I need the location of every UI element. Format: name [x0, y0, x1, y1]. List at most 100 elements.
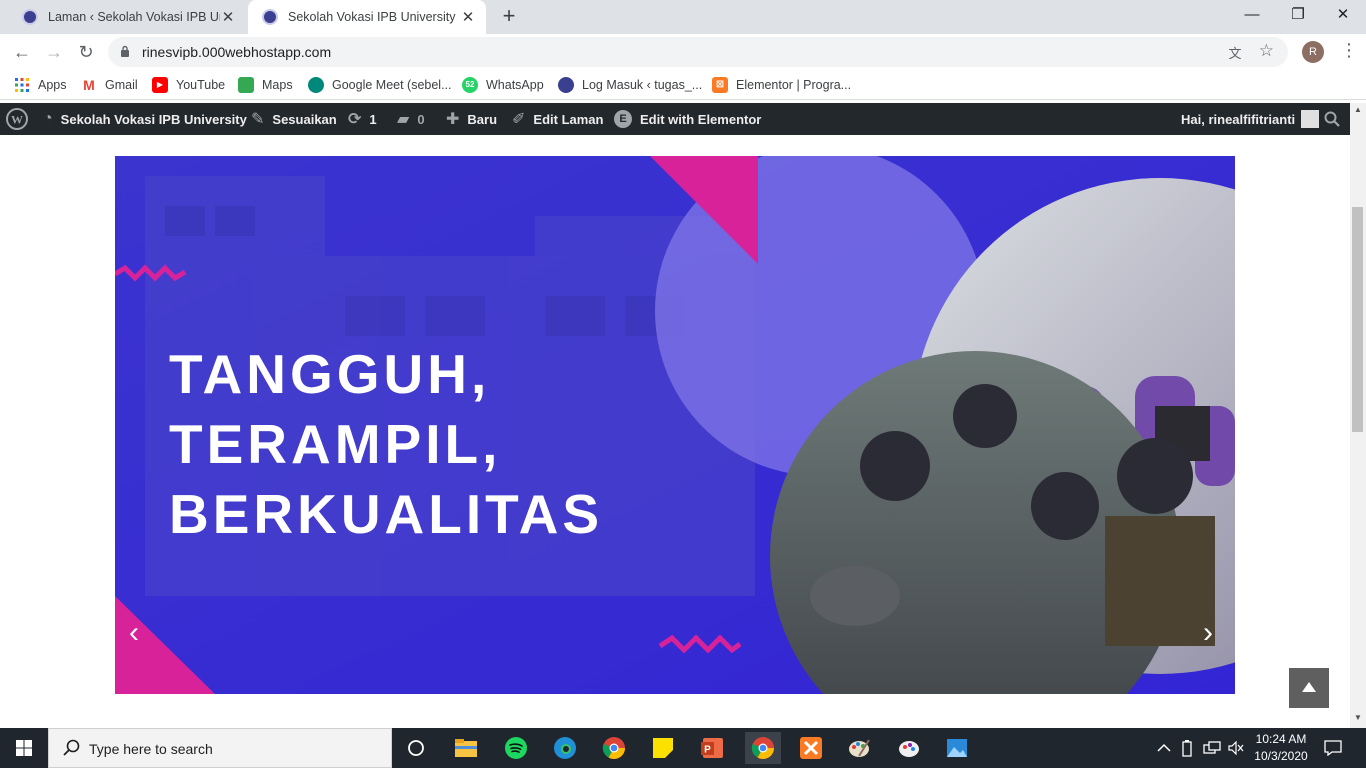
new-tab-button[interactable]: + [498, 5, 520, 28]
wp-account[interactable]: Hai, rinealfifitrianti [1181, 103, 1320, 135]
tab-title: Laman ‹ Sekolah Vokasi IPB Unive [48, 10, 220, 24]
paint-icon[interactable] [843, 732, 875, 764]
network-icon[interactable] [1203, 728, 1221, 768]
photos-icon[interactable] [941, 732, 973, 764]
bookmark-google-meet[interactable]: Google Meet (sebel... [308, 77, 452, 93]
youtube-icon: ▶ [152, 77, 168, 93]
page-scrollbar[interactable]: ▲ ▼ [1350, 103, 1366, 728]
reload-icon[interactable]: ↻ [74, 40, 98, 64]
browser-tab-active[interactable]: Sekolah Vokasi IPB University ✕ [248, 0, 486, 34]
clock-time: 10:24 AM [1255, 732, 1307, 746]
scroll-down-arrow-icon[interactable]: ▼ [1354, 713, 1362, 722]
close-tab-icon[interactable]: ✕ [460, 8, 476, 26]
paintbrush-icon: ✎ [251, 111, 265, 128]
bookmark-label: Gmail [105, 78, 138, 92]
close-window-icon[interactable]: ✕ [1320, 0, 1366, 30]
browser-toolbar: ← → ↻ rinesvipb.000webhostapp.com 文 ☆ R … [0, 34, 1366, 70]
taskbar-search-box[interactable]: Type here to search [48, 728, 392, 768]
maps-icon [238, 77, 254, 93]
site-favicon-icon [262, 9, 278, 25]
restore-window-icon[interactable]: ❐ [1275, 0, 1321, 30]
powerpoint-icon[interactable]: P [696, 732, 728, 764]
show-hidden-icons[interactable] [1157, 728, 1171, 768]
bookmark-youtube[interactable]: ▶ YouTube [152, 77, 225, 93]
wp-new[interactable]: ✚ Baru [446, 103, 497, 135]
spotify-icon[interactable] [500, 732, 532, 764]
battery-icon[interactable] [1181, 728, 1193, 768]
bookmark-label: Log Masuk ‹ tugas_... [582, 78, 703, 92]
bookmark-log-masuk[interactable]: Log Masuk ‹ tugas_... [558, 77, 702, 93]
scroll-up-arrow-icon[interactable]: ▲ [1354, 105, 1362, 114]
bookmark-star-icon[interactable]: ☆ [1259, 41, 1274, 61]
bookmark-label: Apps [38, 78, 67, 92]
bookmark-label: WhatsApp [486, 78, 544, 92]
more-menu-icon[interactable]: ⋮ [1340, 40, 1358, 61]
paint-3d-icon[interactable] [893, 732, 925, 764]
translate-icon[interactable]: 文 [1226, 43, 1244, 61]
close-tab-icon[interactable]: ✕ [220, 8, 236, 26]
forward-arrow-icon[interactable]: → [42, 40, 66, 64]
wp-customize[interactable]: ✎ Sesuaikan [251, 103, 337, 135]
comment-bubble-icon: ▰ [397, 111, 410, 128]
svg-text:W: W [11, 113, 23, 127]
comments-count: 0 [417, 111, 425, 127]
wp-updates[interactable]: ⟳ 1 [348, 103, 377, 135]
windows-taskbar: Type here to search P 10:24 AM 10/3/2020 [0, 728, 1366, 768]
task-view-icon[interactable] [400, 732, 432, 764]
site-name-label: Sekolah Vokasi IPB University [60, 111, 247, 127]
wp-search-icon[interactable] [1324, 103, 1340, 135]
chrome-icon[interactable] [598, 732, 630, 764]
chrome-active-icon[interactable] [745, 732, 781, 764]
caret-up-icon [1302, 682, 1316, 692]
windows-logo-icon [16, 740, 32, 756]
browser-tab[interactable]: Laman ‹ Sekolah Vokasi IPB Unive ✕ [8, 0, 246, 34]
wp-edit-elementor[interactable]: E Edit with Elementor [614, 103, 761, 135]
meet-icon [308, 77, 324, 93]
wp-comments[interactable]: ▰ 0 [397, 103, 425, 135]
slider-prev-arrow-icon[interactable]: ‹ [129, 618, 139, 648]
dashboard-gauge-icon: ◔ [43, 110, 53, 127]
browser-tab-strip: Laman ‹ Sekolah Vokasi IPB Unive ✕ Sekol… [0, 0, 1366, 34]
user-avatar-icon [1301, 110, 1320, 128]
search-icon [63, 739, 80, 756]
site-icon [558, 77, 574, 93]
minimize-window-icon[interactable]: — [1229, 0, 1275, 30]
profile-avatar[interactable]: R [1302, 41, 1324, 63]
address-bar[interactable]: rinesvipb.000webhostapp.com 文 ☆ [108, 37, 1288, 67]
back-arrow-icon[interactable]: ← [10, 40, 34, 64]
file-explorer-icon[interactable] [450, 732, 482, 764]
wordpress-logo-icon[interactable]: W [6, 103, 28, 135]
edge-icon[interactable] [549, 732, 581, 764]
bookmark-elementor[interactable]: ⊠ Elementor | Progra... [712, 77, 851, 93]
tab-title: Sekolah Vokasi IPB University [288, 10, 456, 24]
bookmark-label: Maps [262, 78, 293, 92]
bookmark-maps[interactable]: Maps [238, 77, 293, 93]
slider-next-arrow-icon[interactable]: › [1203, 618, 1213, 648]
bookmarks-bar: Apps M Gmail ▶ YouTube Maps Google Meet … [0, 70, 1366, 100]
scroll-to-top-button[interactable] [1289, 668, 1329, 708]
bookmark-label: YouTube [176, 78, 226, 92]
wp-site-name[interactable]: ◔ Sekolah Vokasi IPB University [43, 103, 247, 135]
bookmark-label: Google Meet (sebel... [332, 78, 452, 92]
xampp-taskbar-icon[interactable] [795, 732, 827, 764]
headline-line: BERKUALITAS [169, 483, 604, 545]
customize-label: Sesuaikan [272, 111, 337, 127]
notifications-icon[interactable] [1324, 728, 1342, 768]
bookmark-whatsapp[interactable]: 52 WhatsApp [462, 77, 544, 93]
scrollbar-thumb[interactable] [1352, 207, 1363, 432]
taskbar-clock[interactable]: 10:24 AM 10/3/2020 [1250, 731, 1312, 765]
bookmark-apps[interactable]: Apps [14, 77, 67, 93]
sticky-notes-icon[interactable] [647, 732, 679, 764]
edit-elementor-label: Edit with Elementor [640, 111, 762, 127]
svg-text:P: P [704, 745, 711, 756]
apps-grid-icon [15, 78, 29, 92]
headline-line: TANGGUH, [169, 343, 491, 405]
start-button[interactable] [0, 728, 48, 768]
bookmark-gmail[interactable]: M Gmail [81, 77, 138, 93]
greeting-label: Hai, rinealfifitrianti [1181, 111, 1296, 127]
site-favicon-icon [22, 9, 38, 25]
wp-edit-page[interactable]: ✐ Edit Laman [512, 103, 603, 135]
edit-page-label: Edit Laman [533, 111, 604, 127]
new-label: Baru [467, 111, 498, 127]
volume-muted-icon[interactable] [1228, 728, 1244, 768]
